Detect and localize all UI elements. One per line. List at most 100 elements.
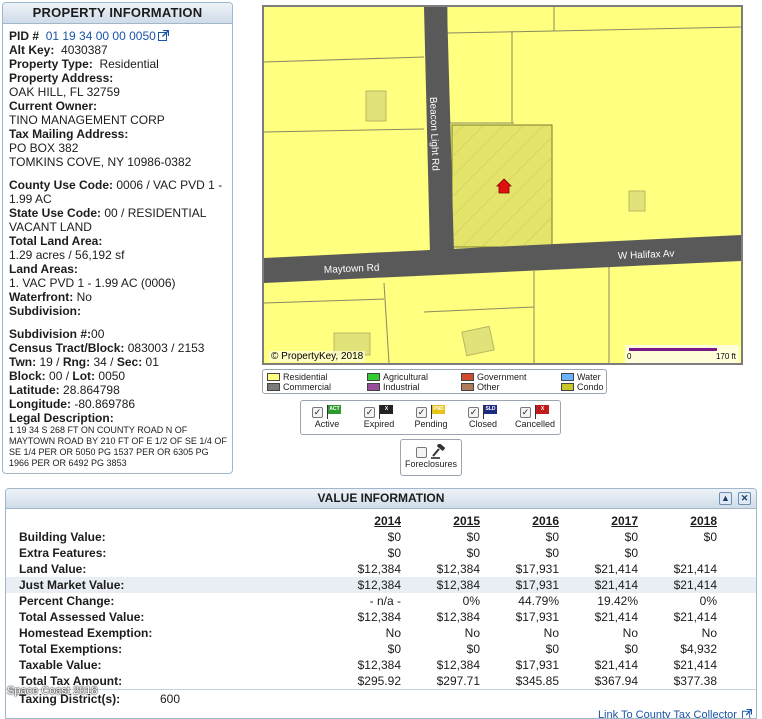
current-owner-value: TINO MANAGEMENT CORP — [9, 113, 165, 127]
year-header-spacer — [6, 513, 231, 529]
value-cell: $17,931 — [515, 562, 559, 576]
filter-pending[interactable]: ✓ PND Pending — [409, 405, 453, 429]
current-owner-label: Current Owner: — [9, 99, 98, 113]
value-cell: $17,931 — [515, 610, 559, 624]
sec-value: 01 — [145, 355, 159, 369]
legal-description-label: Legal Description: — [9, 411, 114, 425]
legend-water: Water — [561, 372, 601, 382]
alt-key-label: Alt Key: — [9, 43, 55, 57]
value-row: Building Value: $0 $0 $0 $0 $0 — [6, 529, 756, 545]
value-cell: $367.94 — [594, 674, 638, 688]
filter-closed-checkbox[interactable]: ✓ — [468, 406, 479, 418]
filter-closed[interactable]: ✓ SLD Closed — [463, 405, 503, 429]
property-info-body: PID # 01 19 34 00 00 0050 Alt Key: 40303… — [3, 24, 232, 469]
county-use-value-cont: 1.99 AC — [9, 192, 52, 206]
value-cell: $17,931 — [515, 658, 559, 672]
map-legend: Residential Commercial Agricultural Indu… — [262, 369, 607, 394]
value-cell: $21,414 — [673, 658, 717, 672]
value-cell: $0 — [545, 546, 559, 560]
filter-cancelled[interactable]: ✓ X Cancelled — [511, 405, 559, 429]
waterfront-label: Waterfront: — [9, 290, 74, 304]
year-header: 2014 — [374, 514, 401, 528]
scale-min: 0 — [627, 352, 632, 361]
external-link-icon[interactable] — [742, 709, 752, 719]
value-row: Just Market Value: $12,384 $12,384 $17,931 $… — [6, 577, 756, 593]
legend-commercial: Commercial — [267, 382, 331, 392]
total-land-area-label: Total Land Area: — [9, 234, 103, 248]
lot-value: 0050 — [98, 369, 126, 383]
value-row: Extra Features: $0 $0 $0 $0 — [6, 545, 756, 561]
value-cell: $12,384 — [231, 577, 401, 593]
filter-active-checkbox[interactable]: ✓ — [312, 406, 323, 418]
state-use-value-cont: VACANT LAND — [9, 220, 92, 234]
value-row: Land Value: $12,384 $12,384 $17,931 $21,414 $… — [6, 561, 756, 577]
value-cell: 0% — [462, 594, 480, 608]
flag-tag: X — [536, 405, 549, 414]
value-cell: $0 — [466, 546, 480, 560]
pid-link[interactable]: 01 19 34 00 00 0050 — [46, 29, 156, 43]
value-cell: $12,384 — [357, 610, 401, 624]
external-link-icon[interactable] — [157, 30, 169, 41]
filter-label: Active — [314, 419, 340, 429]
flag-tag: SLD — [484, 405, 497, 414]
value-cell: $21,414 — [673, 610, 717, 624]
value-row: Total Tax Amount: $295.92 $297.71 $345.85 $3… — [6, 673, 756, 689]
tax-collector-link-label[interactable]: Link To County Tax Collector — [598, 709, 737, 718]
year-header: 2018 — [690, 514, 717, 528]
cancelled-flag-icon: X — [533, 405, 550, 419]
value-info-panel: VALUE INFORMATION ▲ ✕ 2014 2015 2016 2017 20… — [5, 488, 757, 719]
twn-value: 19 / — [39, 355, 60, 369]
value-row-label: Building Value: — [19, 530, 106, 544]
filter-foreclosures[interactable]: Foreclosures — [400, 439, 462, 476]
value-cell: No — [385, 626, 401, 640]
filter-foreclosures-checkbox[interactable] — [416, 446, 427, 458]
value-cell: $17,931 — [480, 577, 559, 593]
close-icon[interactable]: ✕ — [738, 492, 751, 505]
legend-label: Residential — [283, 372, 328, 382]
lot-label: Lot: — [72, 369, 96, 383]
sec-label: Sec: — [116, 355, 143, 369]
property-address-label: Property Address: — [9, 71, 114, 85]
value-cell: $0 — [466, 642, 480, 656]
land-areas-label: Land Areas: — [9, 262, 78, 276]
block-value: 00 / — [49, 369, 70, 383]
expired-flag-icon: X — [377, 405, 394, 419]
filter-expired-checkbox[interactable]: ✓ — [364, 406, 375, 418]
legend-government: Government — [461, 372, 527, 382]
listing-filters: ✓ ACT Active ✓ X Expired ✓ PND Pending ✓ SLD… — [300, 400, 561, 435]
value-cell — [638, 545, 717, 561]
value-cell: $0 — [624, 546, 638, 560]
latitude-value: 28.864798 — [63, 383, 120, 397]
value-cell: $12,384 — [436, 658, 480, 672]
value-cell: 0% — [699, 594, 717, 608]
value-cell: $12,384 — [357, 658, 401, 672]
filter-label: Closed — [468, 419, 497, 429]
tax-collector-link[interactable]: Link To County Tax Collector — [598, 709, 752, 719]
filter-cancelled-checkbox[interactable]: ✓ — [520, 406, 531, 418]
flag-tag: X — [380, 405, 393, 414]
value-cell: $0 — [703, 530, 717, 544]
legend-swatch — [561, 383, 574, 391]
parcel-map-canvas[interactable]: Beacon Light Rd Maytown Rd W Halifax Av — [264, 7, 741, 363]
legend-swatch — [367, 373, 380, 381]
map-copyright: © PropertyKey, 2018 — [269, 351, 366, 362]
county-use-value: 0006 / VAC PVD 1 - — [116, 178, 223, 192]
value-cell: 19.42% — [597, 594, 638, 608]
legend-label: Agricultural — [383, 372, 429, 382]
map-scale-bar: 0 170 ft — [625, 345, 739, 363]
legend-swatch — [267, 373, 280, 381]
filter-expired[interactable]: ✓ X Expired — [357, 405, 401, 429]
filter-active[interactable]: ✓ ACT Active — [307, 405, 347, 429]
parcel-map[interactable]: Beacon Light Rd Maytown Rd W Halifax Av … — [262, 5, 743, 365]
value-cell: $21,414 — [559, 577, 638, 593]
value-row: Percent Change: - n/a - 0% 44.79% 19.42% 0% — [6, 593, 756, 609]
legend-swatch — [367, 383, 380, 391]
value-cell: 44.79% — [518, 594, 559, 608]
scroll-top-icon[interactable]: ▲ — [719, 492, 732, 505]
value-cell: $0 — [545, 642, 559, 656]
filter-pending-checkbox[interactable]: ✓ — [416, 406, 427, 418]
legend-label: Condo — [577, 382, 604, 392]
rng-value: 34 / — [93, 355, 114, 369]
latitude-label: Latitude: — [9, 383, 60, 397]
legend-condo: Condo — [561, 382, 604, 392]
